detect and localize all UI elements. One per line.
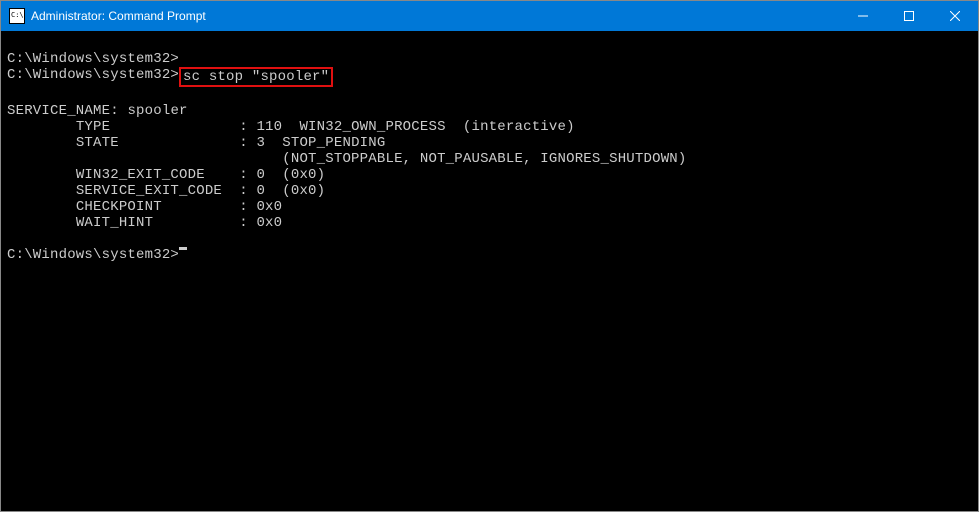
blank-line: [7, 231, 972, 247]
prompt: C:\Windows\system32>: [7, 51, 179, 67]
output-state: STATE : 3 STOP_PENDING: [7, 135, 972, 151]
output-checkpoint: CHECKPOINT : 0x0: [7, 199, 972, 215]
output-service-name: SERVICE_NAME: spooler: [7, 103, 972, 119]
output-state-flags: (NOT_STOPPABLE, NOT_PAUSABLE, IGNORES_SH…: [7, 151, 972, 167]
cursor: [179, 247, 187, 250]
titlebar[interactable]: Administrator: Command Prompt: [1, 1, 978, 31]
blank-line: [7, 35, 972, 51]
prompt: C:\Windows\system32>: [7, 67, 179, 83]
prompt-line-3: C:\Windows\system32>: [7, 247, 972, 263]
output-win32-exit: WIN32_EXIT_CODE : 0 (0x0): [7, 167, 972, 183]
blank-line: [7, 87, 972, 103]
window-title: Administrator: Command Prompt: [31, 9, 840, 23]
prompt-line-2: C:\Windows\system32>sc stop "spooler": [7, 67, 972, 87]
maximize-button[interactable]: [886, 1, 932, 31]
output-type: TYPE : 110 WIN32_OWN_PROCESS (interactiv…: [7, 119, 972, 135]
close-button[interactable]: [932, 1, 978, 31]
window-controls: [840, 1, 978, 31]
command-prompt-icon: [9, 8, 25, 24]
prompt: C:\Windows\system32>: [7, 247, 179, 263]
highlighted-command: sc stop "spooler": [179, 67, 333, 87]
minimize-button[interactable]: [840, 1, 886, 31]
terminal-output[interactable]: C:\Windows\system32>C:\Windows\system32>…: [1, 31, 978, 511]
output-service-exit: SERVICE_EXIT_CODE : 0 (0x0): [7, 183, 972, 199]
output-wait-hint: WAIT_HINT : 0x0: [7, 215, 972, 231]
prompt-line-1: C:\Windows\system32>: [7, 51, 972, 67]
command-prompt-window: Administrator: Command Prompt C:\Windows…: [0, 0, 979, 512]
